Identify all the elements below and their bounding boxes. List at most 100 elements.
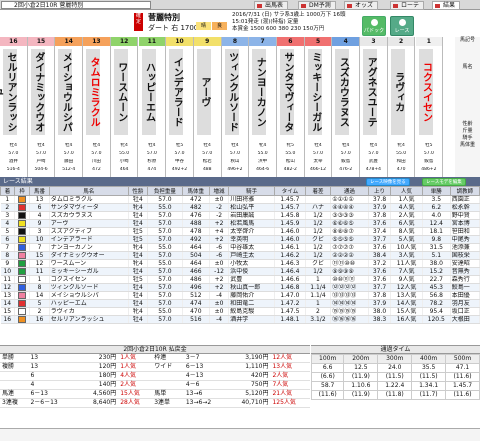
column-header[interactable]: 上り	[367, 186, 392, 196]
column-header[interactable]: 調教師	[449, 186, 480, 196]
table-row[interactable]: 9612ワースムーン牝455.0464±0小牧太1.46.3クビ⑪⑪⑩⑩37.2…	[0, 259, 480, 268]
table-cell: 音無秀	[450, 267, 480, 276]
table-row[interactable]: 10611ミッキーシーガル牡457.0466-12浜中俊1.46.41/2⑨⑨⑨…	[0, 267, 480, 276]
table-row[interactable]: 1248ツィンクルソード牡457.0496+2秋山真一郎1.46.81.1/4⑫…	[0, 283, 480, 292]
column-header[interactable]: 着	[0, 186, 16, 196]
table-cell: 55.0	[147, 307, 183, 316]
horse-card[interactable]: 1 コクスイセン 牡5 57.0 鮫島 486+2	[415, 37, 444, 177]
horse-card[interactable]: 3 アグネスユーテ 牡4 57.0 武豊 478+4	[360, 37, 388, 177]
table-row[interactable]: 16716セルリアンラッシュ牡457.0516-4酒井学1.48.13.1/2⑯…	[0, 315, 480, 324]
horse-card[interactable]: 12 ワースムーン 牝4 55.0 小崎 464	[110, 37, 139, 177]
payout-cell: 馬単	[152, 389, 184, 399]
table-cell: 496	[182, 283, 210, 292]
horse-name[interactable]: メイショウルシパ	[58, 49, 73, 135]
horse-number: 1	[415, 37, 443, 46]
table-cell: 2人気	[390, 211, 423, 220]
horse-name[interactable]: ラヴィカ	[390, 49, 405, 135]
watch-replay-button[interactable]: レース映像を見る	[366, 178, 410, 186]
table-cell: 牡4	[128, 267, 149, 276]
column-header[interactable]: 通過	[330, 186, 369, 196]
horse-card[interactable]: 8 ツィンクルソード 牡4 57.0 秋山 496+2	[221, 37, 250, 177]
horse-card[interactable]: 16 セルリアンラッシュ牡4 57.0 酒井 516-4	[0, 37, 28, 177]
horse-name[interactable]: アグネスユーテ	[363, 49, 378, 135]
horse-name[interactable]: ワースムーン	[113, 49, 128, 135]
table-cell: 15人気	[390, 307, 423, 316]
table-row[interactable]: 523スズアクティブ牡557.0478+4太宰啓介1.46.01/2⑧⑧⑧⑦37…	[0, 227, 480, 236]
table-cell: 岩田康誠	[228, 211, 276, 220]
horse-card[interactable]: 15 ダイナミックウオー牡4 57.0 戸崎 504-6	[27, 37, 56, 177]
horse-name[interactable]: スズカウラヌス	[335, 49, 350, 135]
table-row[interactable]: 459アーヴ牡457.0488+2松若風馬1.45.91/2⑥⑥⑥⑤37.66人…	[0, 219, 480, 228]
tab-result[interactable]: 結果	[432, 1, 461, 10]
column-header[interactable]: 負担重量	[147, 186, 183, 196]
horse-card[interactable]: 9 アーヴ 牡4 57.0 松若 488	[193, 37, 222, 177]
column-header[interactable]: 馬番	[29, 186, 50, 196]
table-row[interactable]: 1512ラヴィカ牝455.0470±0鮫島克駿1.47.52⑮⑮⑮⑮38.015…	[0, 307, 480, 316]
tab-shutsuba[interactable]: 出馬表	[254, 1, 289, 10]
tab-dm[interactable]: DM予測	[298, 1, 336, 10]
horse-card[interactable]: 10 インデアラード 牡5 57.0 中谷 492+2	[166, 37, 194, 177]
horse-name[interactable]: タムロミラクル	[86, 49, 101, 135]
table-cell: 55.0	[147, 203, 183, 212]
table-row[interactable]: 6510インデアラード牡557.0492+2幸英明1.46.0クビ⑤⑤⑤⑤37.…	[0, 235, 480, 244]
table-cell: 1.47.0	[274, 291, 306, 300]
column-header[interactable]: 着差	[304, 186, 332, 196]
tab-odds[interactable]: オッズ	[344, 1, 379, 10]
table-row[interactable]: 13814メイショウルシパ牡457.0512-4藤岡佑介1.47.01.1/4⑬…	[0, 291, 480, 300]
horse-name[interactable]: アーヴ	[196, 49, 211, 135]
horse-name[interactable]: コクスイセン	[418, 49, 433, 135]
table-row[interactable]: 236サンタマヴィータ牝455.0482-2松山弘平1.45.7ハナ④④④④37…	[0, 203, 480, 212]
table-cell: 1	[0, 195, 16, 204]
frame-color-swatch	[18, 260, 27, 267]
table-cell: 504	[182, 251, 210, 260]
table-row[interactable]: 1435ハッピーエム牡457.0474±0和田竜二1.47.21⑭⑭⑭⑭37.9…	[0, 299, 480, 308]
edit-memo-button[interactable]: レースモデを編集	[422, 178, 466, 186]
column-header[interactable]: 人気	[390, 186, 423, 196]
table-row[interactable]: 324スズカウラヌス牡457.0476-2岩田康誠1.45.81/2③③③③37…	[0, 211, 480, 220]
horse-name[interactable]: ダイナミックウオー	[28, 49, 45, 135]
column-header[interactable]: 増減	[208, 186, 230, 196]
horse-name[interactable]: セルリアンラッシュ	[0, 49, 17, 135]
horse-name[interactable]: インデアラード	[169, 49, 184, 135]
payout-cell: 3連複	[0, 398, 29, 408]
horse-card[interactable]: 2 ラヴィカ 牝4 55.0 和田 470	[387, 37, 416, 177]
horse-card[interactable]: 13 タムロミラクル 牡4 57.0 川田 472	[83, 37, 111, 177]
horse-name[interactable]: ツィンクルソード	[224, 49, 239, 135]
column-header[interactable]: 馬名	[48, 186, 129, 196]
horse-card[interactable]: 11 ハッピーエム 牡4 57.0 杉原 474	[138, 37, 167, 177]
column-header[interactable]: 性齢	[127, 186, 149, 196]
table-row[interactable]: 1713タムロミラクル牡457.0472±0川田将雅1.45.7 ①①①①37.8…	[0, 195, 480, 204]
horse-stat: 464	[119, 167, 129, 172]
race-select-dropdown[interactable]: 2回小倉2日10R 菅麗特別	[1, 1, 151, 9]
horse-card[interactable]: 7 ナンヨーカノン 牝4 55.0 浜中 464-6	[249, 37, 277, 177]
horse-name[interactable]: ミッキーシーガル	[307, 49, 322, 135]
horse-number: 3	[360, 37, 387, 46]
race-video-button[interactable]: レース	[390, 16, 414, 36]
table-cell: 57.0	[147, 315, 183, 324]
table-cell: 幸英明	[228, 235, 276, 244]
horse-card[interactable]: 5 ミッキーシーガル 牡4 57.0 太宰 466-12	[304, 37, 333, 177]
column-header[interactable]: 騎手	[228, 186, 276, 196]
table-row[interactable]: 747ナンヨーカノン牝455.0464-6中谷雄太1.46.11/2⑦⑦⑦⑦37…	[0, 243, 480, 252]
column-header[interactable]: タイム	[274, 186, 306, 196]
horse-card[interactable]: 6 サンタマヴィータ 牝5 55.0 松山 482-2	[277, 37, 305, 177]
horse-card[interactable]: 14 メイショウルシパ 牡4 57.0 藤田 512-4	[55, 37, 84, 177]
horse-name[interactable]: ハッピーエム	[141, 49, 156, 135]
table-cell: 8	[0, 251, 16, 260]
payout-cell: 2人気	[118, 380, 153, 390]
column-header[interactable]: 枠	[14, 186, 31, 196]
horse-card[interactable]: 4 スズカウラヌス 牡4 57.0 鮫島 476-2	[332, 37, 361, 177]
column-header[interactable]: 単勝	[421, 186, 451, 196]
column-header[interactable]: 馬体重	[181, 186, 210, 196]
tab-rote[interactable]: ローテ	[390, 1, 425, 10]
table-cell: 松永幹	[450, 203, 480, 212]
table-cell: ⑮⑮⑮⑮	[330, 307, 369, 316]
paddock-button[interactable]: パドック	[362, 16, 386, 36]
horse-name[interactable]: ナンヨーカノン	[252, 49, 267, 135]
table-cell: 3	[0, 211, 16, 220]
table-row[interactable]: 8815ダイナミックウオー牡457.0504-6戸崎圭太1.46.21/2②②②…	[0, 251, 480, 260]
table-cell: クビ	[305, 259, 332, 268]
table-row[interactable]: 1111コクスイセン牡557.0486+2武豊1.46.61⑩⑩⑪⑪37.69人…	[0, 275, 480, 284]
table-cell: 57.0	[147, 219, 183, 228]
horse-name[interactable]: サンタマヴィータ	[280, 49, 294, 135]
